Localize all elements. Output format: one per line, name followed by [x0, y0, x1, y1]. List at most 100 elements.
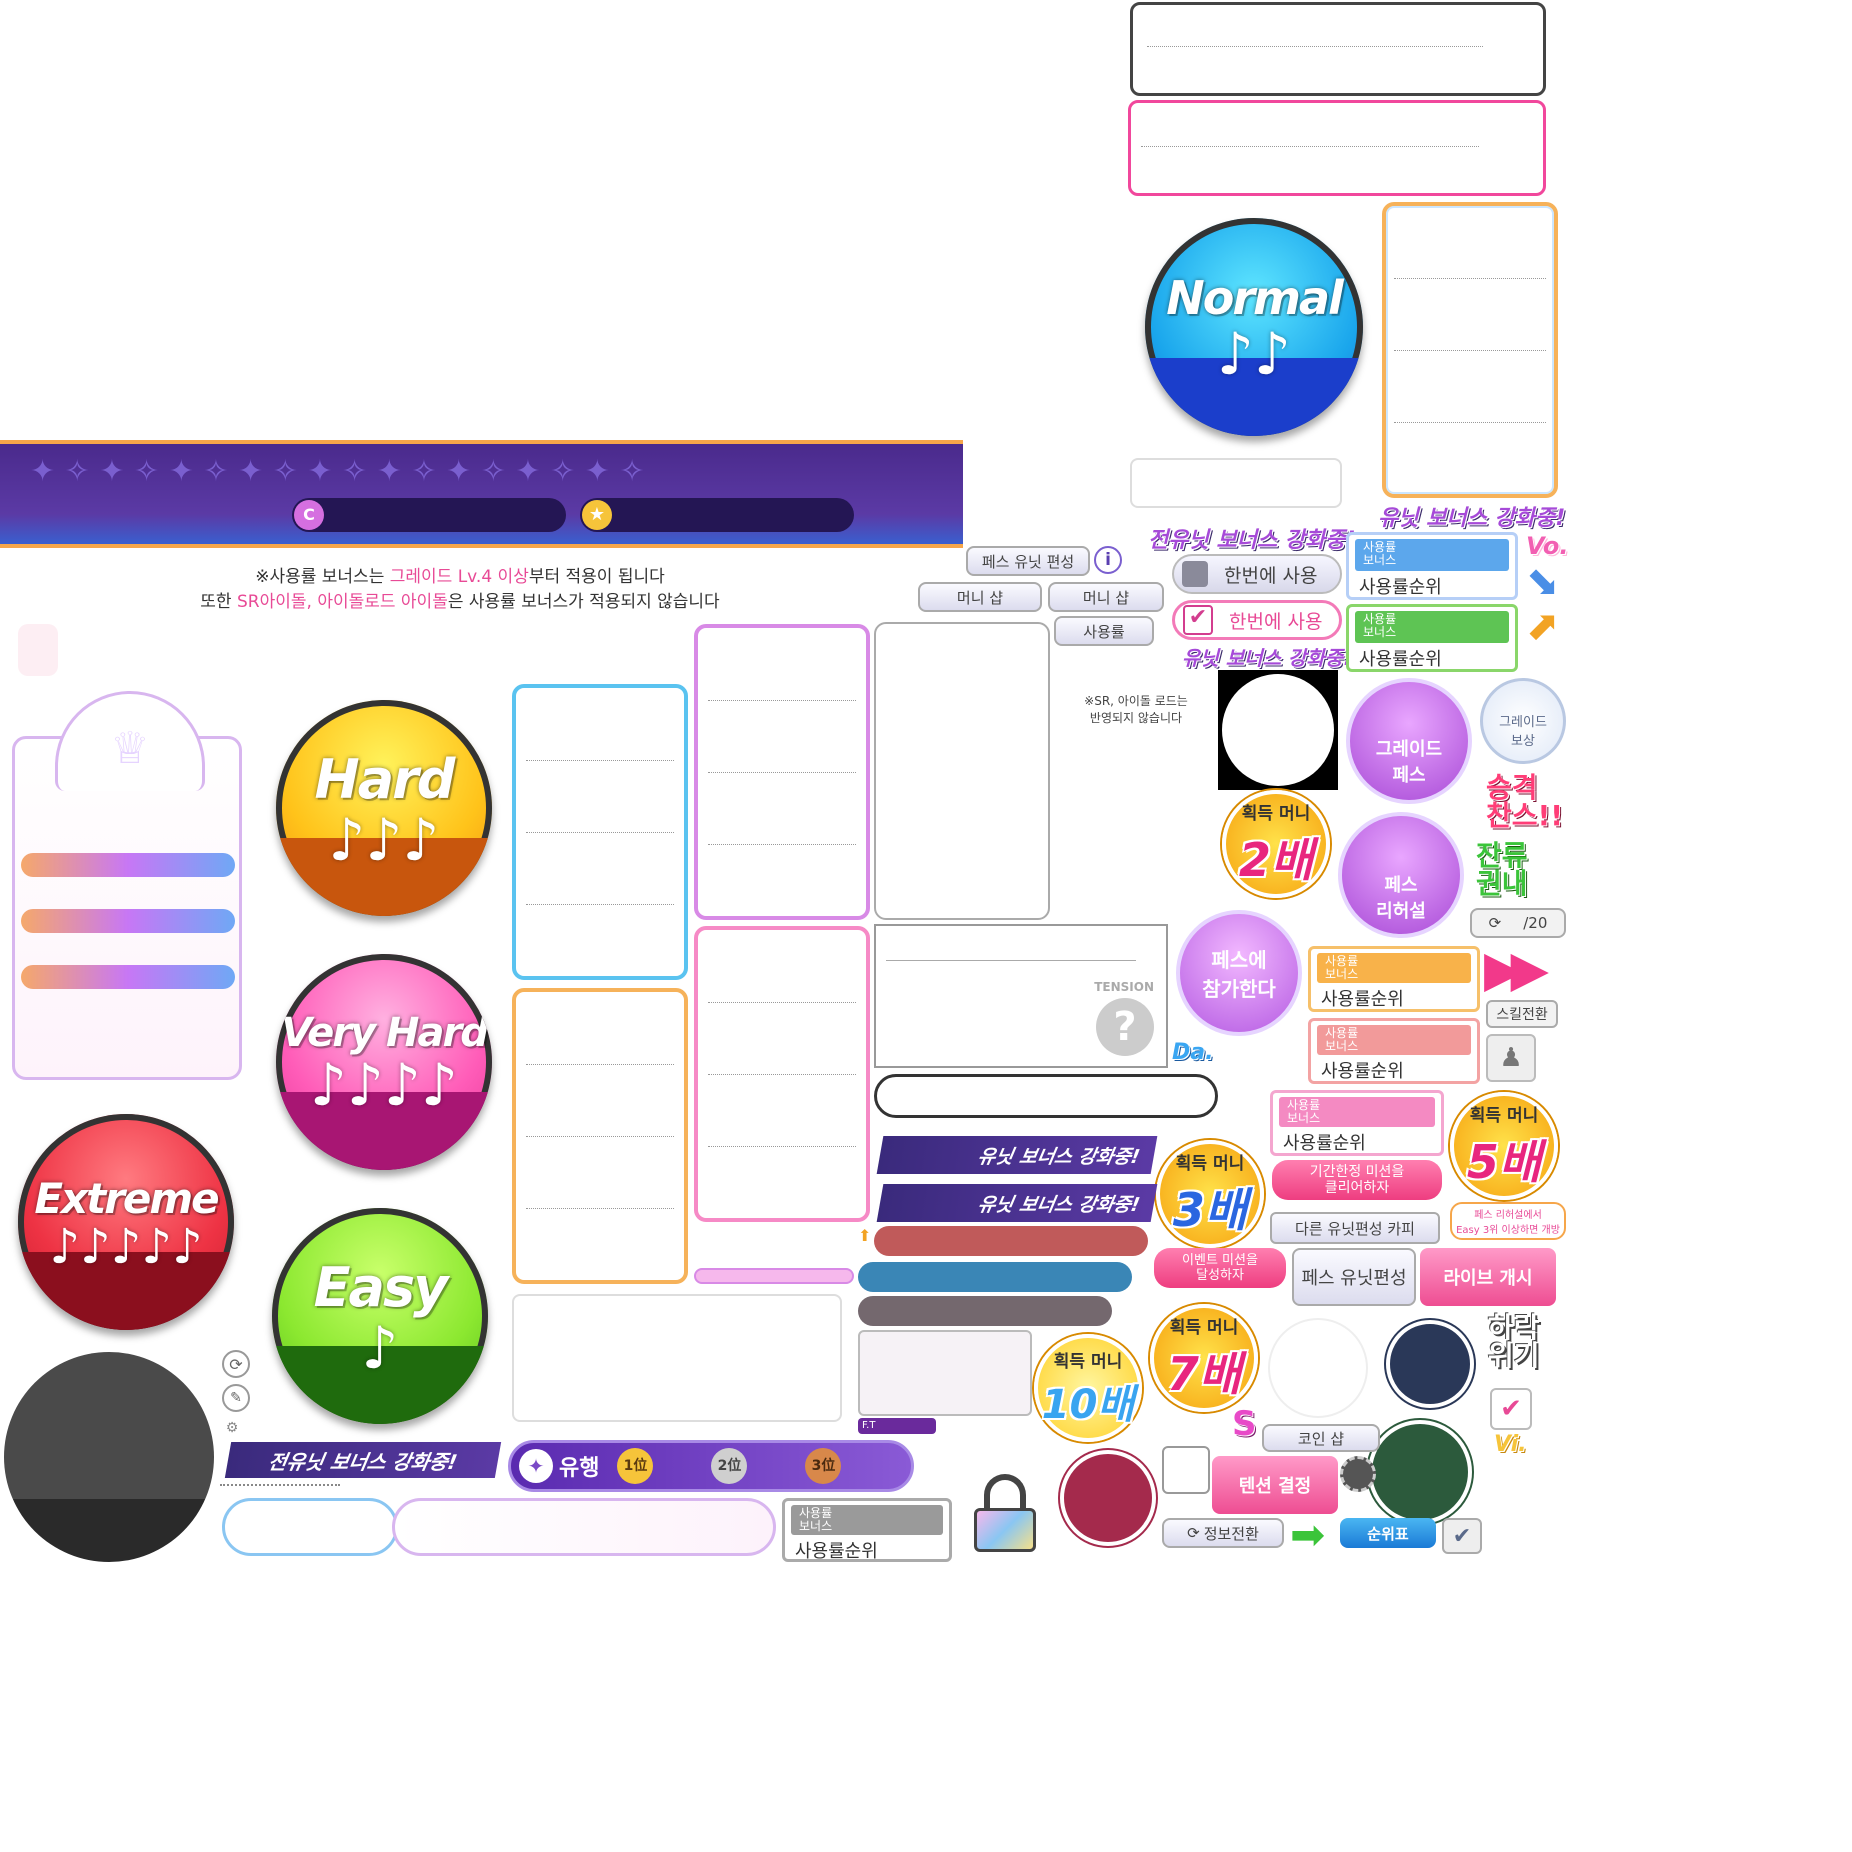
sparkle-decoration: ✦ ✧ ✦ ✧ ✦ ✧ ✦ ✧ ✦ ✧ ✦ ✧ ✦ ✧ ✦ ✧ ✦ ✧: [30, 454, 645, 489]
input-frame-wide: [392, 1498, 776, 1556]
question-icon: ?: [1096, 998, 1154, 1056]
usage-rank-label: 사용률순위: [1359, 649, 1442, 670]
use-once-checked-button[interactable]: ✔ 한번에 사용: [1172, 600, 1342, 640]
usage-bonus-label: 사용률 보너스: [1279, 1097, 1435, 1127]
badge-label: 획득 머니: [1241, 803, 1311, 824]
fes-unit-edit-large-button[interactable]: 페스 유닛편성: [1292, 1248, 1416, 1306]
usage-notice-line1: ※사용률 보너스는 그레이드 Lv.4 이상부터 적용이 됩니다: [180, 562, 740, 587]
tension-label: TENSION: [1094, 980, 1154, 994]
money-3x-badge: 획득 머니 3배: [1156, 1140, 1264, 1248]
bonus-bar-3: [21, 965, 235, 989]
trend-bar: ✦ 유행 1位 2位 3位: [508, 1440, 914, 1492]
skip-icon[interactable]: ▶▶: [1484, 944, 1549, 994]
empty-circle: [1268, 1318, 1368, 1418]
badge-value: 3배: [1172, 1182, 1248, 1237]
scalloped-mask: [1218, 670, 1338, 790]
usage-bonus-label: 사용률 보너스: [1355, 611, 1509, 643]
join-fes-button[interactable]: 페스에 참가한다: [1176, 910, 1302, 1036]
edit-icon[interactable]: ✎: [222, 1384, 250, 1412]
note-icons: ♪♪♪: [328, 805, 440, 874]
grade-reward-button[interactable]: 그레이드 보상: [1480, 678, 1566, 764]
note-icons: ♪♪♪♪: [309, 1051, 459, 1119]
tension-decide-button[interactable]: 텐션 결정: [1212, 1456, 1338, 1514]
sr-note: ※SR, 아이돌 로드는 반영되지 않습니다: [1084, 694, 1188, 725]
badge-label: 획득 머니: [1169, 1317, 1239, 1338]
live-start-button[interactable]: 라이브 개시: [1420, 1248, 1556, 1306]
info-switch-label: 정보전환: [1203, 1524, 1259, 1543]
header-bar: ✦ ✧ ✦ ✧ ✦ ✧ ✦ ✧ ✦ ✧ ✦ ✧ ✦ ✧ ✦ ✧ ✦ ✧ C ★: [0, 440, 963, 548]
note-icons: ♪♪: [1216, 320, 1292, 388]
green-bubble: [1368, 1420, 1472, 1524]
empty-checkbox[interactable]: [1162, 1446, 1210, 1494]
usage-rank-box-orange: 사용률 보너스 사용률순위: [1308, 946, 1480, 1012]
difficulty-easy-button[interactable]: Easy ♪: [272, 1208, 488, 1424]
badge-label: 획득 머니: [1469, 1105, 1539, 1126]
vi-label: Vi.: [1494, 1432, 1527, 1457]
limited-mission-button[interactable]: 기간한정 미션을 클리어하자: [1272, 1160, 1442, 1200]
vo-label: Vo.: [1526, 532, 1569, 560]
usage-rank-label: 사용률순위: [1321, 1061, 1404, 1082]
fes-rehearsal-button[interactable]: 페스 리허설: [1338, 812, 1464, 938]
refresh-counter[interactable]: ⟳ /20: [1470, 908, 1566, 938]
grade-fes-button[interactable]: 그레이드 페스: [1346, 678, 1472, 804]
difficulty-very-hard-button[interactable]: Very Hard ♪♪♪♪: [276, 954, 492, 1170]
difficulty-extreme-button[interactable]: Extreme ♪♪♪♪♪: [18, 1114, 234, 1330]
check-box-icon[interactable]: ✔: [1490, 1388, 1532, 1430]
badge-value: 5배: [1466, 1134, 1542, 1189]
confirm-check-icon[interactable]: ✔: [1442, 1518, 1482, 1554]
ranking-button[interactable]: 순위표: [1340, 1518, 1436, 1548]
use-once-label: 한번에 사용: [1224, 564, 1318, 587]
difficulty-hard-button[interactable]: Hard ♪♪♪: [276, 700, 492, 916]
use-once-button[interactable]: 한번에 사용: [1172, 554, 1342, 594]
notice-highlight: 그레이드 Lv.4 이상: [389, 567, 529, 587]
notice-text: 부터 적용이 됩니다: [528, 567, 665, 587]
arrow-down-right-icon: ⬊: [1526, 559, 1560, 605]
info-switch-button[interactable]: ⟳ 정보전환: [1162, 1518, 1284, 1548]
tension-card: TENSION ?: [874, 924, 1168, 1068]
star-icon: ★: [582, 500, 612, 530]
money-shop-button[interactable]: 머니 샵: [918, 582, 1042, 612]
notice-highlight: SR아이돌, 아이돌로드 아이돌: [236, 592, 448, 612]
folder-card: [512, 1294, 842, 1422]
difficulty-title: Extreme: [34, 1173, 219, 1223]
usage-bonus-label: 사용률 보너스: [791, 1505, 943, 1535]
usage-rate-button[interactable]: 사용률: [1054, 616, 1154, 646]
wing-emblem-icon: ♕: [55, 691, 205, 791]
skill-switch-button[interactable]: 스킬전환: [1486, 1000, 1558, 1028]
unit-bonus-banner-1: 유닛 보너스 강화중!: [876, 1136, 1158, 1174]
usage-rank-label: 사용률순위: [1359, 577, 1442, 598]
info-icon[interactable]: i: [1094, 546, 1122, 574]
refresh-icon[interactable]: ⟳: [222, 1350, 250, 1378]
red-bar: [874, 1226, 1148, 1256]
all-unit-bonus-label: 전유닛 보너스 강화중!: [1148, 528, 1356, 553]
usage-rank-box-blue: 사용률 보너스 사용률순위: [1346, 532, 1518, 600]
navy-bubble: [1386, 1320, 1474, 1408]
settings-icon[interactable]: ⚙: [222, 1418, 242, 1438]
usage-rank-box-gray: 사용률 보너스 사용률순위: [782, 1498, 952, 1562]
s-rank-label: S: [1232, 1404, 1257, 1444]
checkbox-unchecked-icon: [1182, 561, 1208, 587]
green-arrow-icon: ➡: [1290, 1510, 1326, 1559]
ft-gauge: F.T: [858, 1418, 936, 1434]
counter-text: /20: [1523, 914, 1548, 932]
fes-unit-edit-button[interactable]: 페스 유닛 편성: [966, 546, 1090, 576]
usage-rank-label: 사용률순위: [1283, 1133, 1366, 1154]
copy-other-unit-button[interactable]: 다른 유닛편성 카피: [1270, 1212, 1440, 1244]
coin-shop-button[interactable]: 코인 샵: [1262, 1424, 1380, 1452]
costume-icon[interactable]: ♟: [1486, 1034, 1536, 1082]
usage-bonus-label: 사용률 보너스: [1317, 953, 1471, 983]
rank-1-medal: 1位: [617, 1448, 654, 1484]
rank-2-medal: 2位: [711, 1448, 748, 1484]
lock-icon: [972, 1474, 1038, 1554]
usage-bonus-label: 사용률 보너스: [1355, 539, 1509, 571]
money-shop-button-alt[interactable]: 머니 샵: [1048, 582, 1164, 612]
usage-rank-box-salmon: 사용률 보너스 사용률순위: [1308, 1018, 1480, 1084]
notice-text: 은 사용률 보너스가 적용되지 않습니다: [447, 592, 720, 612]
difficulty-normal-button[interactable]: Normal ♪♪: [1145, 218, 1363, 436]
crimson-bubble: [1060, 1450, 1156, 1546]
event-mission-button[interactable]: 이벤트 미션을 달성하자: [1154, 1248, 1286, 1288]
promotion-chance-label: 승격 찬스!!: [1486, 771, 1564, 832]
usage-bonus-label: 사용률 보너스: [1317, 1025, 1471, 1055]
notice-text: 또한: [200, 592, 237, 612]
dark-circle: [4, 1352, 214, 1562]
